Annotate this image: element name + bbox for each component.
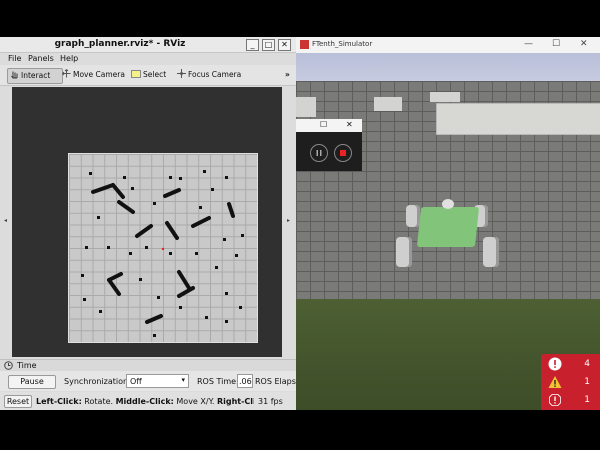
tool-label: Interact xyxy=(21,71,51,80)
alert-count: 4 xyxy=(584,359,590,369)
warning-icon xyxy=(548,376,562,388)
map-obstacles xyxy=(81,170,244,337)
ros-time-label: ROS Time: xyxy=(197,377,239,386)
toolbar-overflow-button[interactable]: » xyxy=(283,68,292,82)
critical-icon xyxy=(549,394,561,406)
hint-right-click: Right-Click/Mo xyxy=(216,397,254,406)
time-panel-title: Time xyxy=(17,361,37,370)
tool-move-camera[interactable]: Move Camera xyxy=(60,68,127,82)
minimize-button[interactable]: _ xyxy=(246,39,259,51)
alert-warnings[interactable]: 1 xyxy=(541,374,600,392)
obstacle-wall xyxy=(163,188,181,198)
rviz-window-title: graph_planner.rviz* - RViz xyxy=(54,39,186,49)
reset-button[interactable]: Reset xyxy=(4,395,32,408)
car-wheel xyxy=(406,205,420,227)
obstacle-wall xyxy=(145,314,163,324)
sky xyxy=(296,53,600,81)
close-button[interactable]: ✕ xyxy=(346,120,353,129)
right-panel-collapse-icon[interactable]: ▸ xyxy=(287,217,290,224)
move-camera-icon xyxy=(62,69,71,78)
select-box-icon xyxy=(131,70,141,78)
barrier-wall xyxy=(436,103,600,135)
barrier-block xyxy=(296,97,316,117)
close-button[interactable]: ✕ xyxy=(278,39,291,51)
obstacle-wall xyxy=(227,202,235,218)
ros-elapsed-label: ROS Elapse xyxy=(255,377,296,386)
obstacle-wall xyxy=(91,183,115,194)
tool-label: Select xyxy=(143,70,167,79)
lidar-sensor xyxy=(442,199,454,209)
tool-label: Focus Camera xyxy=(188,70,242,79)
maximize-button[interactable]: ☐ xyxy=(552,39,560,49)
alert-errors[interactable]: 4 xyxy=(541,356,600,374)
maximize-button[interactable]: ☐ xyxy=(320,120,327,129)
hint-text: Move X/Y. xyxy=(173,397,217,406)
simulator-window-title: FTenth_Simulator xyxy=(312,40,373,48)
tool-label: Move Camera xyxy=(73,70,125,79)
alert-critical[interactable]: 1 xyxy=(541,392,600,410)
maximize-button[interactable]: □ xyxy=(262,39,275,51)
control-popup[interactable]: ☐ ✕ xyxy=(296,119,362,171)
obstacle-wall xyxy=(135,224,153,238)
minimize-button[interactable]: — xyxy=(524,39,533,49)
obstacle-wall xyxy=(107,278,121,296)
ros-time-value: .06 xyxy=(239,377,252,386)
sync-value: Off xyxy=(130,377,142,386)
racecar-body xyxy=(416,207,480,247)
toolbar: Interact Move Camera Select Focus Camera… xyxy=(0,65,296,86)
sync-dropdown[interactable]: Off ▾ xyxy=(126,374,189,388)
menu-bar: File Panels Help xyxy=(0,52,296,65)
desktop-background xyxy=(0,410,600,450)
tool-focus-camera[interactable]: Focus Camera xyxy=(175,68,243,82)
pause-button[interactable]: Pause xyxy=(8,375,56,389)
status-bar: Reset Left-Click: Rotate. Middle-Click: … xyxy=(0,392,296,410)
3d-viewport[interactable] xyxy=(12,87,282,357)
barrier-block xyxy=(374,97,402,111)
app-icon xyxy=(300,40,309,49)
tool-select[interactable]: Select xyxy=(129,68,168,82)
alerts-panel[interactable]: 4 1 1 xyxy=(541,354,600,410)
rviz-title-bar[interactable]: graph_planner.rviz* - RViz _ □ ✕ xyxy=(0,37,296,53)
sync-label: Synchronization: xyxy=(64,377,131,386)
close-button[interactable]: ✕ xyxy=(580,39,588,49)
tool-interact[interactable]: Interact xyxy=(7,68,63,84)
menu-panels[interactable]: Panels xyxy=(28,54,54,63)
obstacle-wall xyxy=(177,270,191,290)
obstacle-wall xyxy=(165,221,179,240)
error-icon xyxy=(548,357,562,371)
time-panel: Pause Synchronization: Off ▾ ROS Time: .… xyxy=(0,371,296,391)
chevron-down-icon: ▾ xyxy=(181,376,185,384)
hand-cursor-icon xyxy=(10,70,19,79)
alert-count: 1 xyxy=(584,395,590,405)
obstacle-wall xyxy=(191,216,211,228)
menu-help[interactable]: Help xyxy=(60,54,78,63)
barrier-block xyxy=(430,92,460,102)
obstacle-wall xyxy=(111,183,125,199)
popup-title-bar[interactable]: ☐ ✕ xyxy=(296,119,362,132)
pause-icon[interactable] xyxy=(310,144,328,162)
ros-time-field[interactable]: .06 xyxy=(237,374,253,388)
hint-left-click: Left-Click: xyxy=(36,397,82,406)
simulator-title-bar[interactable]: FTenth_Simulator — ☐ ✕ xyxy=(296,37,600,53)
occupancy-grid-map xyxy=(68,153,258,343)
hint-middle-click: Middle-Click: xyxy=(115,397,174,406)
obstacle-wall xyxy=(177,286,195,298)
stop-record-icon[interactable] xyxy=(334,144,352,162)
alert-count: 1 xyxy=(584,377,590,387)
status-hint: Left-Click: Rotate. Middle-Click: Move X… xyxy=(36,397,254,406)
hint-text: Rotate. xyxy=(81,397,116,406)
robot-marker xyxy=(161,247,165,251)
car-wheel xyxy=(396,237,412,267)
menu-file[interactable]: File xyxy=(8,54,21,63)
fps-counter: 31 fps xyxy=(258,397,283,406)
left-panel-collapse-icon[interactable]: ◂ xyxy=(4,217,7,224)
focus-camera-icon xyxy=(177,69,186,78)
rviz-window: graph_planner.rviz* - RViz _ □ ✕ File Pa… xyxy=(0,37,296,410)
obstacle-wall xyxy=(117,200,135,214)
car-wheel xyxy=(483,237,499,267)
